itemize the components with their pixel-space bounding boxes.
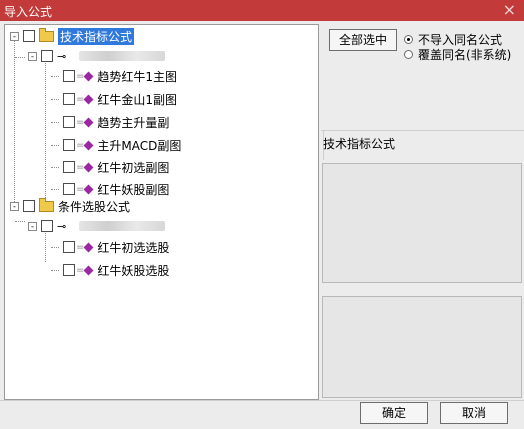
select-all-button[interactable]: 全部选中 xyxy=(329,29,397,51)
redacted-name xyxy=(79,221,165,231)
right-section-title: 技术指标公式 xyxy=(323,137,396,151)
item-label: 红牛妖股副图 xyxy=(97,182,170,197)
close-icon[interactable]: × xyxy=(503,1,516,19)
formula-diamond-icon xyxy=(83,140,94,150)
group-checkbox[interactable] xyxy=(23,30,35,42)
item-label: 趋势主升量副 xyxy=(97,115,170,130)
folder-icon xyxy=(39,27,54,42)
item-checkbox[interactable] xyxy=(63,183,75,195)
tree-item[interactable]: = 趋势主升量副 xyxy=(51,113,169,131)
key-icon: ⊸ xyxy=(57,49,67,63)
formula-diamond-icon xyxy=(83,265,94,275)
formula-diamond-icon xyxy=(83,184,94,194)
group-label: 条件选股公式 xyxy=(58,199,131,214)
tree-connector xyxy=(51,188,59,190)
item-checkbox[interactable] xyxy=(63,93,75,105)
tree-item[interactable]: = 红牛金山1副图 xyxy=(51,90,177,108)
tree-connector xyxy=(51,75,59,77)
tree-connector xyxy=(14,40,15,210)
tree-connector xyxy=(51,98,59,100)
formula-diamond-icon xyxy=(83,162,94,172)
tree-connector xyxy=(51,144,59,146)
collapse-toggle[interactable]: - xyxy=(10,201,19,211)
radio-label: 覆盖同名(非系统) xyxy=(418,48,512,62)
group-checkbox[interactable] xyxy=(23,200,35,212)
item-label: 主升MACD副图 xyxy=(97,138,182,153)
tree-group-indicators[interactable]: - 技术指标公式 xyxy=(10,27,135,45)
formula-diamond-icon xyxy=(83,117,94,127)
group-label: 技术指标公式 xyxy=(58,27,135,45)
formula-diamond-icon xyxy=(83,242,94,252)
tree-connector xyxy=(51,246,59,248)
tree-subgroup[interactable]: - ⊸ xyxy=(28,217,165,235)
tree-connector xyxy=(51,121,59,123)
ok-button[interactable]: 确定 xyxy=(360,402,428,424)
radio-button[interactable] xyxy=(404,35,413,44)
item-checkbox[interactable] xyxy=(63,241,75,253)
redacted-name xyxy=(79,51,165,61)
preview-panel-top xyxy=(322,163,522,283)
folder-icon xyxy=(39,197,54,212)
radio-button[interactable] xyxy=(404,50,413,59)
cancel-button[interactable]: 取消 xyxy=(440,402,508,424)
tree-group-conditions[interactable]: - 条件选股公式 xyxy=(10,197,130,215)
divider xyxy=(321,130,524,131)
item-label: 趋势红牛1主图 xyxy=(97,69,178,84)
item-label: 红牛初选副图 xyxy=(97,160,170,175)
collapse-toggle[interactable]: - xyxy=(10,31,19,41)
tree-connector xyxy=(45,60,46,208)
tree-item[interactable]: = 红牛妖股选股 xyxy=(51,261,169,279)
collapse-toggle[interactable]: - xyxy=(28,221,37,231)
tree-item[interactable]: = 红牛妖股副图 xyxy=(51,180,169,198)
tree-connector xyxy=(51,166,59,168)
formula-tree[interactable]: - 技术指标公式 - ⊸ = 趋势红牛1主图 = 红牛金山1副图 = 趋势主升量… xyxy=(4,24,319,400)
item-checkbox[interactable] xyxy=(63,139,75,151)
formula-diamond-icon xyxy=(83,94,94,104)
tree-item[interactable]: = 主升MACD副图 xyxy=(51,136,181,154)
tree-item[interactable]: = 红牛初选副图 xyxy=(51,158,169,176)
tree-connector xyxy=(15,57,25,58)
item-checkbox[interactable] xyxy=(63,161,75,173)
tree-connector xyxy=(51,269,59,271)
tree-item[interactable]: = 趋势红牛1主图 xyxy=(51,67,177,85)
item-label: 红牛金山1副图 xyxy=(97,92,178,107)
item-label: 红牛初选选股 xyxy=(97,240,170,255)
item-checkbox[interactable] xyxy=(63,264,75,276)
import-formula-dialog: 导入公式 × - 技术指标公式 - ⊸ = 趋势红牛1主图 = 红牛金山1副图 … xyxy=(0,0,524,429)
item-label: 红牛妖股选股 xyxy=(97,263,170,278)
collapse-toggle[interactable]: - xyxy=(28,51,37,61)
radio-overwrite[interactable]: 覆盖同名(非系统) xyxy=(404,46,511,63)
tree-connector xyxy=(15,221,25,222)
formula-diamond-icon xyxy=(83,71,94,81)
item-checkbox[interactable] xyxy=(63,70,75,82)
tree-subgroup[interactable]: - ⊸ xyxy=(28,47,165,65)
subgroup-checkbox[interactable] xyxy=(41,50,53,62)
subgroup-checkbox[interactable] xyxy=(41,220,53,232)
title-bar: 导入公式 × xyxy=(0,0,524,21)
preview-panel-bottom xyxy=(322,296,522,398)
window-title: 导入公式 xyxy=(4,5,53,19)
tree-item[interactable]: = 红牛初选选股 xyxy=(51,238,169,256)
footer-divider xyxy=(0,400,524,401)
key-icon: ⊸ xyxy=(57,219,67,233)
item-checkbox[interactable] xyxy=(63,116,75,128)
